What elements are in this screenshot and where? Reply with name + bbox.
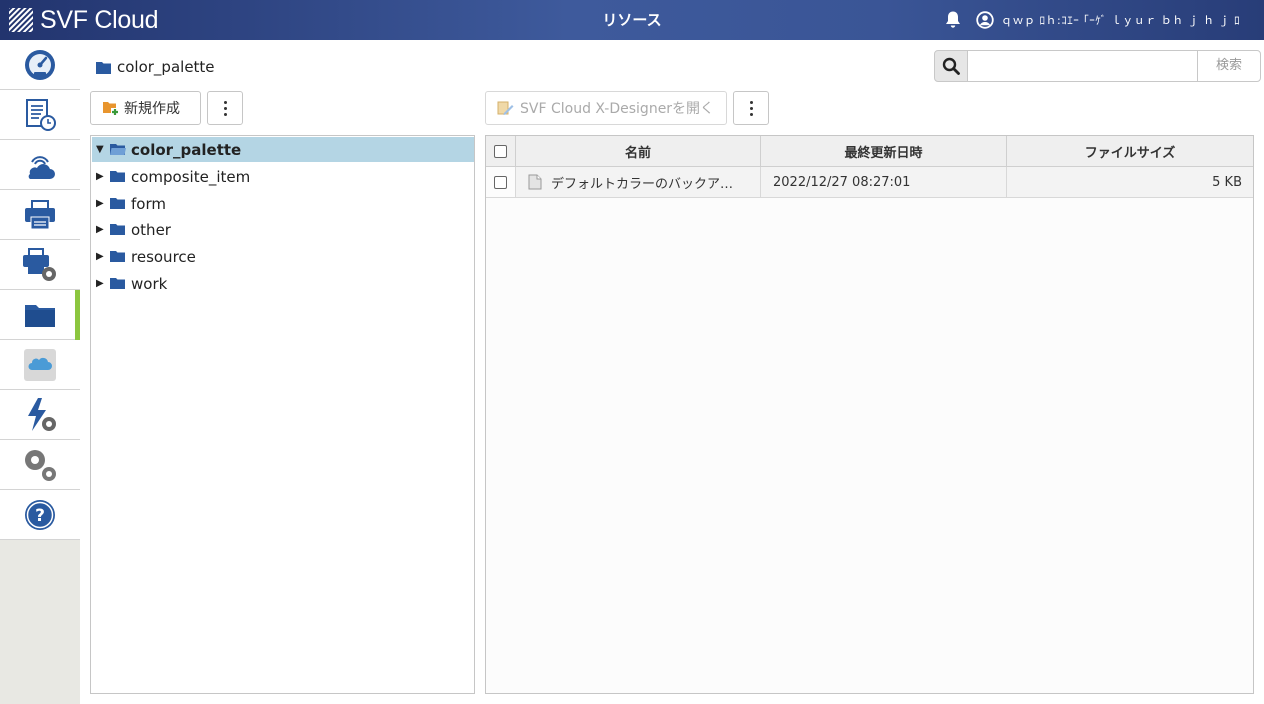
tree-item-resource[interactable]: ▶ resource xyxy=(92,244,474,269)
nav-print[interactable] xyxy=(0,190,80,240)
svf-cloud-logo[interactable]: SVF Cloud xyxy=(8,6,158,34)
user-menu[interactable]: ｑｗｐ ﾛｈ:ｺｴｰ ｢ｰｹﾞ ｌｙｕｒ ｂｈ ｊ ｈ ｊ ﾛ xyxy=(976,10,1240,30)
search-icon-button[interactable] xyxy=(934,50,968,82)
tree-item-label: other xyxy=(131,220,171,239)
name-cell: デフォルトカラーのバックア… xyxy=(516,167,761,197)
bolt-settings-icon xyxy=(28,397,56,431)
svg-text:?: ? xyxy=(35,506,45,526)
nav-cloud[interactable] xyxy=(0,140,80,190)
open-designer-button[interactable]: SVF Cloud X-Designerを開く xyxy=(485,91,727,125)
more-vertical-icon xyxy=(749,100,753,116)
breadcrumb: color_palette xyxy=(96,57,215,77)
file-icon xyxy=(528,174,542,190)
side-nav: ? xyxy=(0,40,80,704)
dashboard-gauge-icon xyxy=(25,49,55,80)
table-header: 名前 最終更新日時 ファイルサイズ xyxy=(486,136,1253,167)
nav-reports[interactable] xyxy=(0,90,80,140)
notification-bell-icon[interactable] xyxy=(944,10,962,30)
app-header: SVF Cloud リソース ｑｗｐ ﾛｈ:ｺｴｰ ｢ｰｹﾞ ｌｙｕｒ ｂｈ ｊ… xyxy=(0,0,1264,40)
size-cell: 5 KB xyxy=(1212,174,1242,190)
row-select-cell xyxy=(486,167,516,197)
nav-print-settings[interactable] xyxy=(0,240,80,290)
row-checkbox[interactable] xyxy=(494,175,507,189)
user-name: ｑｗｐ ﾛｈ:ｺｴｰ ｢ｰｹﾞ ｌｙｕｒ ｂｈ ｊ ｈ ｊ ﾛ xyxy=(1001,14,1241,27)
nav-salesforce[interactable] xyxy=(0,340,80,390)
column-header-name[interactable]: 名前 xyxy=(516,136,761,167)
cloud-wifi-icon xyxy=(28,155,55,179)
column-header-size[interactable]: ファイルサイズ xyxy=(1007,136,1253,167)
open-designer-label: SVF Cloud X-Designerを開く xyxy=(520,101,715,117)
nav-resources[interactable] xyxy=(0,290,80,340)
nav-automation[interactable] xyxy=(0,390,80,440)
tree-item-label: resource xyxy=(131,247,196,266)
report-schedule-icon xyxy=(26,98,56,131)
logo-text: SVF Cloud xyxy=(40,5,159,34)
new-folder-icon xyxy=(103,102,119,116)
tree-more-button[interactable] xyxy=(207,91,243,125)
table-row[interactable]: デフォルトカラーのバックア… 2022/12/27 08:27:01 5 KB xyxy=(486,167,1253,198)
tree-item-form[interactable]: ▶ form xyxy=(92,191,474,216)
designer-edit-icon xyxy=(497,101,514,115)
caret-right-icon[interactable]: ▶ xyxy=(96,278,108,289)
folder-icon xyxy=(110,251,125,262)
folder-icon xyxy=(110,224,125,235)
gears-icon xyxy=(25,449,56,481)
caret-right-icon[interactable]: ▶ xyxy=(96,198,108,209)
search-submit-button[interactable]: 検索 xyxy=(1197,50,1261,82)
tree-item-other[interactable]: ▶ other xyxy=(92,217,474,242)
salesforce-cloud-icon xyxy=(24,348,56,381)
more-vertical-icon xyxy=(223,100,227,116)
folder-icon xyxy=(110,278,125,289)
select-all-checkbox[interactable] xyxy=(494,145,507,158)
caret-right-icon[interactable]: ▶ xyxy=(96,251,108,262)
printer-icon xyxy=(25,199,55,229)
folder-icon xyxy=(96,61,111,74)
select-all-cell xyxy=(486,136,516,167)
folder-icon xyxy=(110,198,125,209)
new-create-button[interactable]: 新規作成 xyxy=(90,91,201,125)
folder-icon xyxy=(25,304,55,327)
tree-item-label: color_palette xyxy=(131,140,242,159)
new-create-label: 新規作成 xyxy=(124,101,180,117)
file-table: 名前 最終更新日時 ファイルサイズ デフォルトカラーのバックア… 2022/12… xyxy=(485,135,1254,694)
user-circle-icon xyxy=(976,11,994,29)
tree-item-label: composite_item xyxy=(131,167,251,186)
tree-item-color-palette[interactable]: ▼ color_palette xyxy=(92,137,474,162)
modified-cell: 2022/12/27 08:27:01 xyxy=(761,167,1007,197)
nav-help[interactable]: ? xyxy=(0,490,80,540)
file-name: デフォルトカラーのバックア… xyxy=(551,176,734,192)
tree-item-work[interactable]: ▶ work xyxy=(92,271,474,296)
nav-settings[interactable] xyxy=(0,440,80,490)
caret-right-icon[interactable]: ▶ xyxy=(96,224,108,235)
column-header-modified[interactable]: 最終更新日時 xyxy=(761,136,1007,167)
tree-item-label: work xyxy=(131,274,168,293)
folder-tree: ▼ color_palette ▶ composite_item ▶ form … xyxy=(90,135,475,694)
logo-mark-icon xyxy=(9,8,33,32)
folder-icon xyxy=(110,171,125,182)
search-input[interactable] xyxy=(967,50,1198,82)
search-icon xyxy=(942,57,960,75)
nav-dashboard[interactable] xyxy=(0,40,80,90)
breadcrumb-current: color_palette xyxy=(117,58,215,76)
help-icon: ? xyxy=(25,499,55,530)
caret-down-icon[interactable]: ▼ xyxy=(96,144,108,155)
printer-settings-icon xyxy=(23,247,56,281)
tree-item-label: form xyxy=(131,194,166,213)
file-more-button[interactable] xyxy=(733,91,769,125)
caret-right-icon[interactable]: ▶ xyxy=(96,171,108,182)
folder-open-icon xyxy=(110,144,126,155)
tree-item-composite-item[interactable]: ▶ composite_item xyxy=(92,164,474,189)
